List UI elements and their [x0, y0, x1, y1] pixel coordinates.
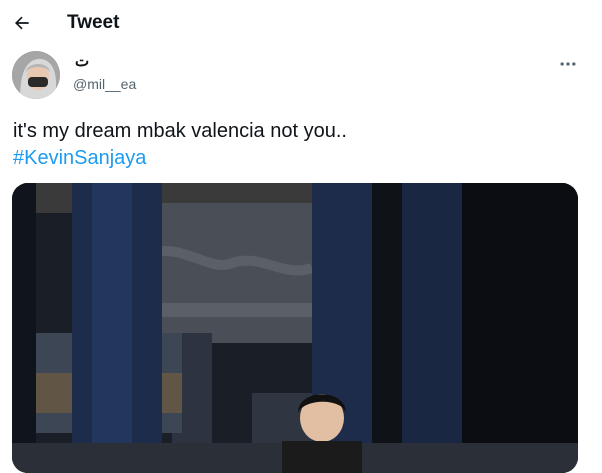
photo-scene — [12, 183, 578, 473]
hashtag-link[interactable]: #KevinSanjaya — [13, 145, 347, 172]
back-button[interactable] — [8, 9, 36, 37]
author-handle[interactable]: @mil__ea — [73, 76, 136, 92]
avatar[interactable] — [12, 51, 60, 99]
tweet-text: it's my dream mbak valencia not you.. #K… — [13, 118, 347, 172]
tweet-photo[interactable] — [12, 183, 578, 473]
more-options-button[interactable] — [555, 52, 581, 76]
tweet-header: Tweet — [0, 0, 602, 46]
arrow-left-icon — [15, 16, 29, 30]
author-display-name[interactable]: ت — [75, 52, 89, 70]
page-title: Tweet — [67, 12, 120, 33]
profile-avatar — [12, 51, 60, 99]
more-horizontal-icon — [560, 62, 576, 66]
tweet-body: it's my dream mbak valencia not you.. — [13, 120, 347, 142]
